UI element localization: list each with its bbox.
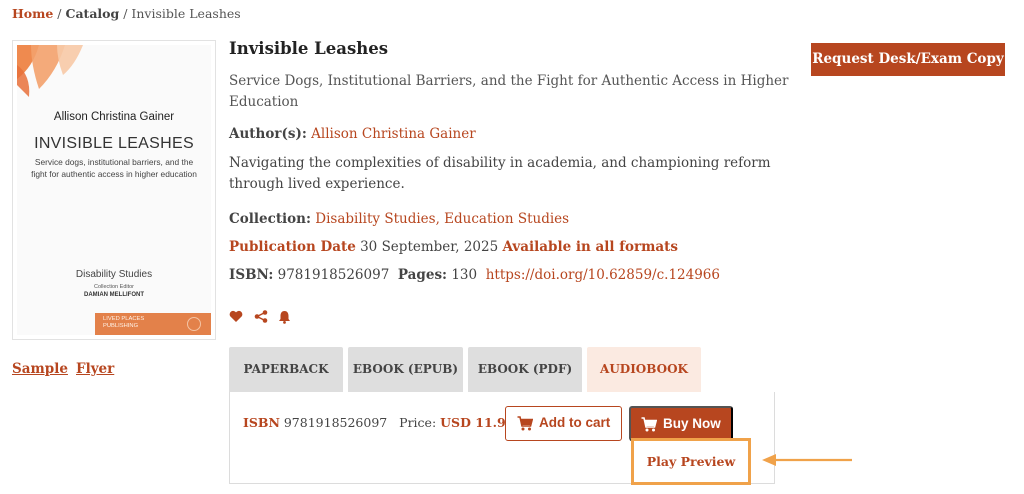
add-to-cart-button[interactable]: Add to cart [505, 406, 622, 441]
breadcrumb-catalog[interactable]: Catalog [66, 6, 120, 21]
cover-publisher-line2: PUBLISHING [103, 323, 139, 329]
tab-ebook-pdf[interactable]: EBOOK (PDF) [468, 347, 582, 392]
collection-label: Collection: [229, 211, 311, 227]
book-cover[interactable]: Allison Christina Gainer INVISIBLE LEASH… [12, 40, 216, 340]
book-cover-image: Allison Christina Gainer INVISIBLE LEASH… [17, 45, 211, 335]
panel-isbn-value: 9781918526097 [283, 415, 388, 430]
book-subtitle: Service Dogs, Institutional Barriers, an… [229, 73, 789, 110]
breadcrumb-separator: / [53, 6, 66, 21]
cover-subtitle: Service dogs, institutional barriers, an… [31, 157, 197, 179]
tab-paperback[interactable]: PAPERBACK [229, 347, 343, 392]
play-preview-link[interactable]: Play Preview [634, 454, 748, 469]
collection-line: Collection: Disability Studies, Educatio… [229, 211, 569, 227]
publication-line: Publication Date 30 September, 2025 Avai… [229, 239, 678, 255]
cover-publisher: LIVED PLACES PUBLISHING [103, 316, 144, 330]
publisher-logo-icon [187, 317, 201, 331]
share-icon[interactable] [254, 310, 268, 323]
request-desk-copy-button[interactable]: Request Desk/Exam Copy [811, 43, 1005, 76]
price-label: Price: [399, 415, 437, 430]
doi-link[interactable]: https://doi.org/10.62859/c.124966 [486, 267, 720, 283]
breadcrumb: Home / Catalog / Invisible Leashes [12, 6, 241, 21]
cart-icon [517, 416, 533, 431]
price-value: USD 11.99 [440, 415, 515, 430]
authors-line: Author(s): Allison Christina Gainer [229, 126, 476, 142]
heart-icon[interactable] [229, 310, 243, 323]
flyer-link[interactable]: Flyer [76, 361, 114, 377]
isbn-line: ISBN: 9781918526097 Pages: 130 https://d… [229, 267, 720, 283]
sample-link[interactable]: Sample [12, 361, 68, 377]
cover-editor: DAMIAN MELLIFONT [84, 292, 144, 298]
cover-author: Allison Christina Gainer [53, 111, 175, 123]
cover-title: INVISIBLE LEASHES [34, 135, 194, 152]
book-title: Invisible Leashes [229, 39, 389, 58]
author-link[interactable]: Allison Christina Gainer [311, 126, 476, 142]
bell-icon[interactable] [278, 310, 291, 324]
buy-now-button[interactable]: Buy Now [629, 406, 733, 441]
buy-now-label: Buy Now [663, 416, 721, 431]
isbn-label: ISBN: [229, 267, 274, 283]
isbn-value: 9781918526097 [277, 267, 390, 283]
cover-publisher-line1: LIVED PLACES [103, 316, 145, 322]
cart-icon [641, 417, 657, 432]
authors-label: Author(s): [229, 126, 307, 142]
tab-audiobook[interactable]: AUDIOBOOK [587, 347, 701, 392]
purchase-info: ISBN 9781918526097 Price: USD 11.99 [243, 415, 514, 430]
book-description: Navigating the complexities of disabilit… [229, 155, 771, 192]
pages-label: Pages: [397, 267, 448, 283]
breadcrumb-separator: / [119, 6, 132, 21]
add-to-cart-label: Add to cart [539, 415, 611, 430]
cover-series: Disability Studies [75, 269, 153, 280]
availability-text: Available in all formats [502, 239, 679, 255]
pages-value: 130 [451, 267, 478, 283]
pubdate-label: Publication Date [229, 239, 356, 255]
cover-editor-label: Collection Editor [93, 284, 135, 290]
panel-isbn-label: ISBN [243, 415, 280, 430]
breadcrumb-current: Invisible Leashes [131, 6, 241, 21]
cover-petal-decoration [17, 45, 83, 97]
play-preview-highlight: Play Preview [631, 438, 751, 485]
arrow-left-icon [762, 454, 852, 466]
cover-publisher-band: LIVED PLACES PUBLISHING [95, 313, 211, 335]
tab-ebook-epub[interactable]: EBOOK (EPUB) [348, 347, 463, 392]
pubdate-value: 30 September, 2025 [360, 239, 499, 255]
collection-links[interactable]: Disability Studies, Education Studies [315, 211, 569, 227]
breadcrumb-home[interactable]: Home [12, 6, 53, 21]
